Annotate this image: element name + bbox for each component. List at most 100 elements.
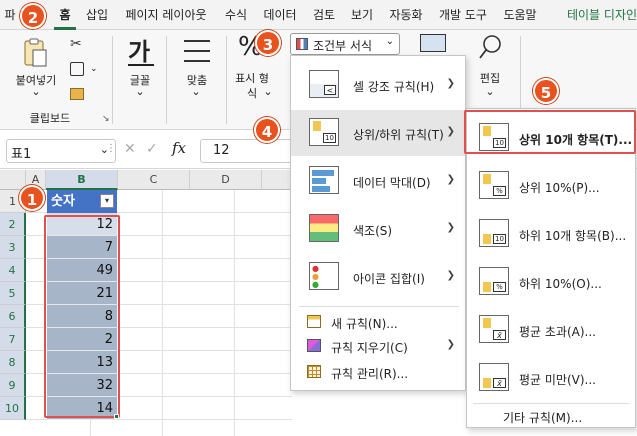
search-icon[interactable] — [478, 34, 502, 59]
align-icon[interactable] — [184, 40, 210, 62]
divider — [112, 36, 113, 124]
name-box-value: 표1 — [11, 147, 32, 162]
name-box[interactable]: 표1 ⌄ — [6, 139, 116, 163]
align-dropdown-icon[interactable]: ⌄ — [190, 85, 202, 98]
step-badge-4: 4 — [254, 117, 280, 143]
submenu-arrow-icon: ❯ — [446, 270, 455, 281]
menu-item-label: 규칙 지우기(C) — [331, 341, 408, 355]
new-rule-icon — [307, 315, 321, 328]
cancel-icon[interactable]: ✕ — [124, 141, 136, 157]
menu-item-label: 하위 10개 항목(B)... — [519, 229, 627, 243]
row-header[interactable]: 8 — [0, 351, 26, 374]
editing-button[interactable]: 편집 — [470, 70, 510, 86]
divider — [166, 36, 167, 124]
menu-item-top-10-percent[interactable]: % 상위 10%(P)... — [467, 163, 635, 209]
row-header[interactable]: 5 — [0, 282, 26, 305]
menu-divider — [473, 403, 629, 404]
number-dropdown-icon[interactable]: ⌄ — [262, 85, 274, 98]
column-header-e[interactable] — [262, 170, 292, 190]
step-badge-5: 5 — [533, 78, 559, 104]
menu-item-label: 새 규칙(N)... — [331, 317, 398, 331]
tab-page-layout[interactable]: 페이지 레이아웃 — [118, 0, 214, 30]
table-format-icon[interactable] — [420, 34, 446, 52]
tab-review[interactable]: 검토 — [308, 0, 340, 30]
column-header-d[interactable]: D — [190, 170, 262, 190]
copy-dropdown-icon[interactable]: ⌄ — [90, 64, 98, 74]
step-badge-1: 1 — [19, 185, 45, 211]
icon-badge-label: % — [493, 282, 506, 292]
icon-badge-label: % — [493, 186, 506, 196]
menu-item-bottom-10-percent[interactable]: % 하위 10%(O)... — [467, 259, 635, 305]
menu-item-label: 셀 강조 규칙(H) — [353, 80, 435, 94]
menu-item-highlight-cells[interactable]: < 셀 강조 규칙(H) ❯ — [291, 64, 465, 108]
formula-input[interactable]: 12 — [200, 139, 294, 163]
copy-icon[interactable] — [70, 62, 84, 76]
tab-data[interactable]: 데이터 — [258, 0, 302, 30]
tab-view[interactable]: 보기 — [346, 0, 378, 30]
tab-table-design[interactable]: 테이블 디자인 — [560, 0, 637, 30]
menu-item-clear-rules[interactable]: 규칙 지우기(C) ❯ — [291, 334, 465, 358]
conditional-formatting-menu: < 셀 강조 규칙(H) ❯ 10 상위/하위 규칙(T) ❯ 데이터 막대(D… — [290, 55, 466, 391]
cut-icon[interactable]: ✂ — [70, 36, 82, 52]
submenu-arrow-icon: ❯ — [446, 339, 455, 350]
menu-divider — [299, 306, 459, 307]
menu-item-new-rule[interactable]: 새 규칙(N)... — [291, 310, 465, 334]
column-header-b[interactable]: B — [46, 170, 118, 190]
menu-item-label: 평균 미만(V)... — [519, 373, 596, 387]
formula-value: 12 — [213, 143, 230, 158]
paste-dropdown-icon[interactable]: ⌄ — [30, 85, 42, 98]
tab-help[interactable]: 도움말 — [498, 0, 542, 30]
menu-item-label: 아이콘 집합(I) — [353, 272, 425, 286]
step-badge-2: 2 — [20, 3, 46, 29]
tab-home[interactable]: 홈 — [54, 0, 76, 30]
row-header[interactable]: 10 — [0, 397, 26, 420]
more-icon[interactable]: ⋮ — [106, 143, 116, 154]
number-format-button[interactable]: 표시 형 — [228, 70, 276, 86]
tab-automate[interactable]: 자동화 — [384, 0, 428, 30]
menu-item-manage-rules[interactable]: 규칙 관리(R)... — [291, 360, 465, 384]
icon-sets-icon: ● ● ● — [309, 262, 339, 290]
below-average-icon: x̄ — [479, 363, 509, 391]
selection-highlight — [44, 215, 120, 418]
row-header[interactable]: 9 — [0, 374, 26, 397]
tab-developer[interactable]: 개발 도구 — [434, 0, 492, 30]
menu-bar: 파 홈 삽입 페이지 레이아웃 수식 데이터 검토 보기 자동화 개발 도구 도… — [0, 0, 637, 30]
enter-icon[interactable]: ✓ — [146, 141, 158, 157]
select-all[interactable] — [0, 170, 26, 190]
filter-dropdown-icon[interactable]: ▾ — [100, 194, 114, 208]
menu-item-above-average[interactable]: x̄ 평균 초과(A)... — [467, 307, 635, 353]
cf-dropdown-icon: ⌄ — [385, 36, 394, 47]
column-header-c[interactable]: C — [118, 170, 190, 190]
row-header[interactable]: 6 — [0, 305, 26, 328]
row-header[interactable]: 7 — [0, 328, 26, 351]
menu-item-label: 상위/하위 규칙(T) — [353, 128, 444, 142]
menu-item-more-rules[interactable]: 기타 규칙(M)... — [467, 405, 635, 427]
row-header[interactable]: 4 — [0, 259, 26, 282]
font-icon[interactable]: 가 — [128, 32, 150, 67]
row-header[interactable]: 2 — [0, 213, 26, 236]
editing-dropdown-icon[interactable]: ⌄ — [484, 85, 496, 98]
paste-icon[interactable] — [22, 38, 48, 68]
font-dropdown-icon[interactable]: ⌄ — [134, 85, 146, 98]
top-10-percent-icon: % — [479, 171, 509, 199]
conditional-formatting-button[interactable]: 조건부 서식 ⌄ — [290, 33, 400, 55]
insert-function-icon[interactable]: fx — [172, 139, 186, 157]
menu-item-top-bottom-rules[interactable]: 10 상위/하위 규칙(T) ❯ — [291, 110, 465, 156]
clipboard-group-label: 클립보드 — [29, 112, 71, 125]
format-painter-icon[interactable] — [70, 88, 84, 100]
dialog-launcher-icon[interactable]: ↘ — [102, 114, 110, 124]
top-bottom-rules-submenu: 10 상위 10개 항목(T)... % 상위 10%(P)... 10 하위 … — [466, 108, 636, 428]
menu-item-below-average[interactable]: x̄ 평균 미만(V)... — [467, 355, 635, 401]
menu-item-icon-sets[interactable]: ● ● ● 아이콘 집합(I) ❯ — [291, 256, 465, 300]
tab-formulas[interactable]: 수식 — [220, 0, 252, 30]
color-scales-icon — [309, 214, 339, 242]
menu-item-data-bars[interactable]: 데이터 막대(D) ❯ — [291, 160, 465, 204]
data-bars-icon — [309, 166, 339, 194]
tab-insert[interactable]: 삽입 — [82, 0, 112, 30]
tab-file[interactable]: 파 — [2, 0, 18, 30]
menu-item-color-scales[interactable]: 색조(S) ❯ — [291, 208, 465, 252]
step-badge-3: 3 — [255, 30, 281, 56]
menu-item-bottom-10-items[interactable]: 10 하위 10개 항목(B)... — [467, 211, 635, 257]
row-header[interactable]: 3 — [0, 236, 26, 259]
table-resize-handle[interactable] — [114, 414, 119, 419]
